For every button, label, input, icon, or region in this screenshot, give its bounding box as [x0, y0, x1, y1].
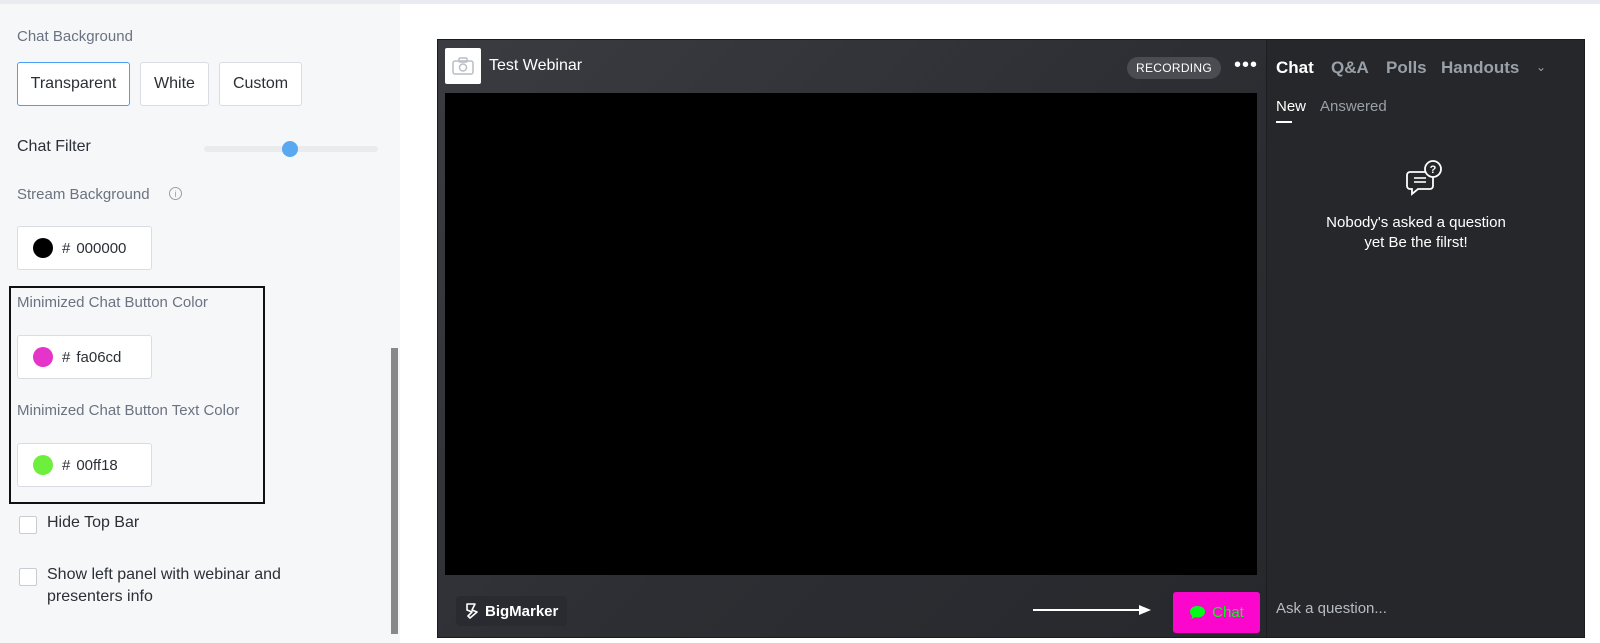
show-left-panel-label-line1: Show left panel with webinar and — [47, 566, 281, 583]
minimized-chat-button-color-swatch[interactable] — [33, 347, 53, 367]
hide-top-bar-label: Hide Top Bar — [47, 514, 140, 531]
minimized-chat-button-text-color-hex-value[interactable]: 00ff18 — [76, 457, 117, 474]
empty-questions-message: Nobody's asked a question yet Be the fil… — [1312, 213, 1520, 253]
more-horizontal-icon[interactable]: ••• — [1234, 55, 1258, 75]
hash-symbol: # — [62, 456, 71, 474]
chat-bubble-icon — [1190, 606, 1206, 619]
minimized-chat-button[interactable]: Chat — [1173, 592, 1260, 633]
webinar-thumbnail — [445, 48, 481, 84]
pointer-arrow-annotation — [1033, 605, 1151, 615]
chat-background-label: Chat Background — [17, 28, 133, 45]
webinar-title: Test Webinar — [489, 57, 583, 74]
camera-icon — [452, 57, 474, 75]
tab-polls[interactable]: Polls — [1386, 58, 1427, 78]
chevron-down-icon[interactable]: ⌄ — [1536, 60, 1546, 74]
chat-background-transparent-button[interactable]: Transparent — [17, 62, 130, 106]
empty-message-line1: Nobody's asked a question — [1326, 214, 1506, 231]
chat-background-white-button[interactable]: White — [140, 62, 209, 106]
show-left-panel-label-line2: presenters info — [47, 588, 153, 605]
subtab-active-indicator — [1276, 121, 1292, 123]
bigmarker-logo-icon — [466, 603, 478, 619]
show-left-panel-checkbox[interactable] — [19, 568, 37, 586]
minimized-chat-button-text-color-field[interactable]: # 00ff18 — [17, 443, 152, 487]
chat-filter-slider-handle[interactable] — [282, 141, 298, 157]
tab-chat[interactable]: Chat — [1276, 58, 1314, 78]
brand-name: BigMarker — [485, 602, 559, 620]
subtab-new[interactable]: New — [1276, 98, 1306, 115]
stream-background-color-field[interactable]: # 000000 — [17, 226, 152, 270]
info-icon[interactable]: i — [169, 187, 182, 200]
minimized-chat-button-text-color-swatch[interactable] — [33, 455, 53, 475]
empty-message-line2: yet Be the filrst! — [1364, 234, 1468, 251]
ask-question-input[interactable] — [1276, 597, 1566, 619]
tab-qa[interactable]: Q&A — [1331, 58, 1369, 78]
minimized-chat-button-color-field[interactable]: # fa06cd — [17, 335, 152, 379]
chat-filter-label: Chat Filter — [17, 138, 91, 155]
stream-background-label: Stream Background — [17, 186, 150, 203]
brand-logo: BigMarker — [456, 596, 568, 626]
chat-background-custom-button[interactable]: Custom — [219, 62, 302, 106]
subtab-answered[interactable]: Answered — [1320, 98, 1387, 115]
svg-text:?: ? — [1430, 164, 1437, 176]
stream-background-hex-value[interactable]: 000000 — [76, 240, 126, 257]
minimized-chat-button-color-hex-value[interactable]: fa06cd — [76, 349, 121, 366]
tab-handouts[interactable]: Handouts — [1441, 58, 1519, 78]
chat-sidebar — [1266, 40, 1584, 637]
video-stream-area — [445, 93, 1257, 575]
minimized-chat-button-color-label: Minimized Chat Button Color — [17, 294, 208, 311]
chat-button-label: Chat — [1212, 604, 1244, 621]
hide-top-bar-checkbox[interactable] — [19, 516, 37, 534]
minimized-chat-button-text-color-label: Minimized Chat Button Text Color — [17, 402, 240, 419]
stream-background-swatch[interactable] — [33, 238, 53, 258]
settings-scrollbar[interactable] — [391, 348, 398, 634]
hash-symbol: # — [62, 239, 71, 257]
recording-badge: RECORDING — [1127, 57, 1222, 79]
hash-symbol: # — [62, 348, 71, 366]
question-chat-icon: ? — [1406, 160, 1442, 196]
